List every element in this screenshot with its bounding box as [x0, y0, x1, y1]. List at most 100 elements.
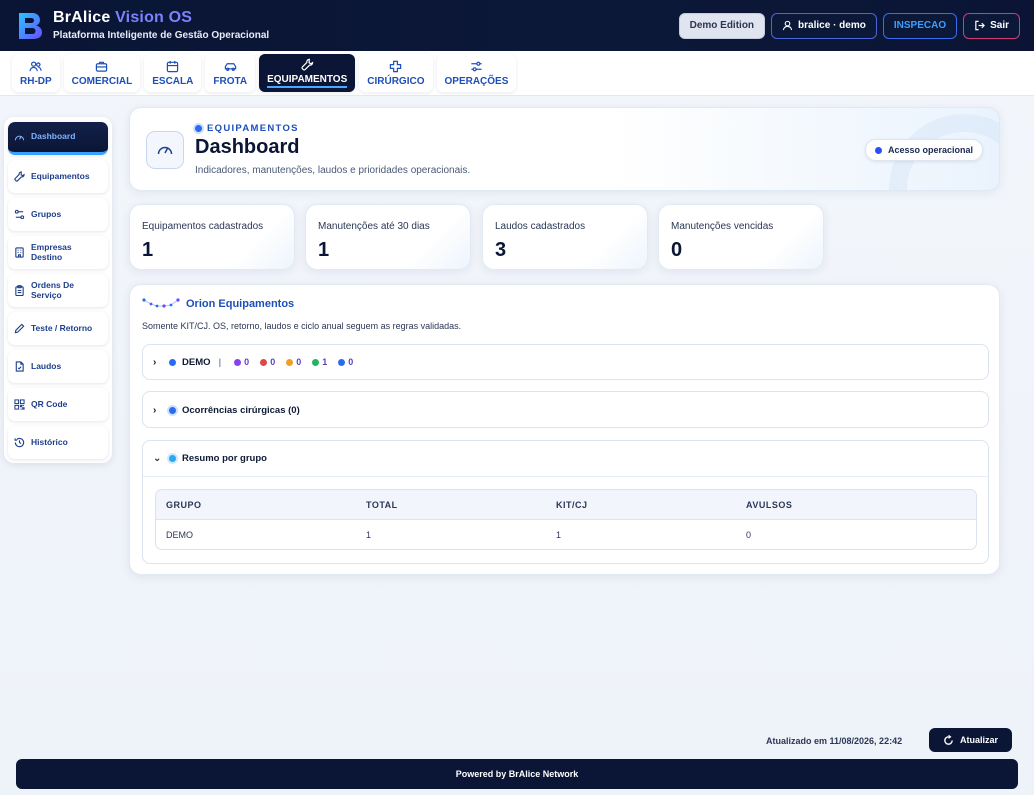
- sidebar-item-label: Empresas Destino: [31, 242, 72, 262]
- sidebar-item-teste-retorno[interactable]: Teste / Retorno: [8, 312, 108, 345]
- separator: |: [218, 356, 222, 368]
- module-tab-label: RH-DP: [20, 75, 52, 87]
- module-tab-rh-dp[interactable]: RH-DP: [12, 54, 60, 92]
- sidebar-item-equipamentos[interactable]: Equipamentos: [8, 160, 108, 193]
- logout-icon: [975, 20, 986, 31]
- briefcase-icon: [96, 61, 108, 72]
- sidebar-item-empresas-destino[interactable]: Empresas Destino: [8, 236, 108, 269]
- accordion-surgical[interactable]: › Ocorrências cirúrgicas (0): [142, 391, 989, 428]
- sidebar-item-laudos[interactable]: Laudos: [8, 350, 108, 383]
- module-tab-label: FROTA: [213, 75, 248, 87]
- accordion-summary: ⌄ Resumo por grupo GRUPO TOTAL KIT/CJ AV…: [142, 440, 989, 564]
- kpi-card: Manutenções vencidas 0: [658, 204, 824, 270]
- role-button[interactable]: INSPECAO: [882, 12, 958, 39]
- accordion-header[interactable]: › Ocorrências cirúrgicas (0): [143, 392, 988, 429]
- calendar-icon: [167, 60, 179, 72]
- page-description: Indicadores, manutenções, laudos e prior…: [195, 165, 471, 176]
- status-dot-icon: [338, 358, 346, 366]
- page-title: Dashboard: [195, 136, 300, 158]
- brand-subtitle: Plataforma Inteligente de Gestão Operaci…: [53, 30, 270, 41]
- kpi-label: Manutenções vencidas: [671, 221, 774, 232]
- module-tab-label: ESCALA: [152, 75, 194, 87]
- user-menu-button[interactable]: bralice · demo: [771, 12, 877, 39]
- car-icon: [224, 62, 236, 71]
- table-header: GRUPO TOTAL KIT/CJ AVULSOS: [156, 490, 976, 520]
- sidebar-item-label: Ordens De Serviço: [31, 280, 74, 300]
- updated-timestamp: Atualizado em 11/08/2026, 22:42: [766, 736, 903, 746]
- chevron-down-icon: ⌄: [153, 453, 162, 464]
- users-icon: [29, 61, 43, 71]
- kpi-value: 0: [671, 239, 683, 261]
- module-tab-label: EQUIPAMENTOS: [267, 74, 348, 88]
- sidebar-item-label: Equipamentos: [31, 170, 90, 181]
- user-label: bralice · demo: [798, 20, 866, 31]
- building-icon: [15, 247, 24, 258]
- module-tab-label: CIRÚRGICO: [367, 75, 425, 87]
- exit-label: Sair: [990, 20, 1009, 31]
- module-tab-operacoes[interactable]: OPERAÇÕES: [436, 54, 517, 92]
- bralice-logo-icon: [16, 11, 44, 41]
- footer: Powered by BrAlice Network: [16, 759, 1018, 789]
- kicker-dot-icon: [195, 125, 202, 132]
- kpi-value: 1: [318, 239, 330, 261]
- table-cell: DEMO: [166, 530, 193, 540]
- refresh-icon: [944, 734, 953, 745]
- accordion-header[interactable]: › DEMO | 0 0 0 1 0: [143, 345, 988, 379]
- gauge-icon: [146, 131, 184, 169]
- sidebar-item-grupos[interactable]: Grupos: [8, 198, 108, 231]
- sidebar-item-label: Laudos: [31, 360, 62, 371]
- kpi-value: 1: [142, 239, 154, 261]
- qrcode-icon: [14, 399, 25, 410]
- sidebar-item-historico[interactable]: Histórico: [8, 426, 108, 459]
- summary-label: Resumo por grupo: [182, 453, 267, 464]
- table-cell: 0: [746, 530, 752, 540]
- module-tab-comercial[interactable]: COMERCIAL: [63, 54, 141, 92]
- status-count-value: 1: [322, 357, 328, 367]
- status-count: 1: [312, 357, 327, 367]
- module-tab-equipamentos[interactable]: EQUIPAMENTOS: [259, 54, 356, 92]
- refresh-button[interactable]: Atualizar: [929, 728, 1012, 752]
- sidebar-item-qr-code[interactable]: QR Code: [8, 388, 108, 421]
- module-tab-label: COMERCIAL: [71, 75, 133, 87]
- wrench-icon: [14, 171, 25, 182]
- refresh-label: Atualizar: [959, 735, 998, 745]
- status-count: 0: [286, 357, 301, 367]
- demo-label: DEMO: [182, 356, 211, 368]
- kpi-value: 3: [495, 239, 507, 261]
- sidebar-item-ordens-de-servico[interactable]: Ordens De Serviço: [8, 274, 108, 307]
- table-cell: 1: [556, 530, 562, 540]
- module-tab-frota[interactable]: FROTA: [205, 54, 256, 92]
- history-icon: [14, 437, 25, 448]
- dashboard-hero: EQUIPAMENTOS Dashboard Indicadores, manu…: [129, 107, 1000, 191]
- sidebar-item-dashboard[interactable]: Dashboard: [8, 122, 108, 155]
- column-header: AVULSOS: [746, 499, 793, 510]
- status-count-value: 0: [348, 357, 354, 367]
- accordion-header[interactable]: ⌄ Resumo por grupo: [143, 441, 988, 477]
- settings-sliders-icon: [471, 61, 482, 71]
- sidebar-item-label: Teste / Retorno: [31, 322, 93, 333]
- demo-dot-icon: [169, 358, 176, 366]
- status-count: 0: [234, 357, 249, 367]
- surgical-label: Ocorrências cirúrgicas (0): [182, 405, 300, 416]
- brand-accent: Vision OS: [115, 9, 193, 26]
- module-tab-escala[interactable]: ESCALA: [144, 54, 202, 92]
- orion-panel: Orion Equipamentos Somente KIT/CJ. OS, r…: [129, 284, 1000, 575]
- module-tabs: RH-DP COMERCIAL ESCALA FROTA EQUIPAMENTO…: [0, 51, 1034, 96]
- column-header: TOTAL: [366, 499, 398, 510]
- top-header: BrAlice Vision OS Plataforma Inteligente…: [0, 0, 1034, 51]
- kpi-label: Laudos cadastrados: [495, 221, 586, 232]
- group-icon: [14, 209, 25, 220]
- brand: BrAlice Vision OS Plataforma Inteligente…: [53, 10, 269, 41]
- kpi-card: Manutenções até 30 dias 1: [305, 204, 471, 270]
- sidebar-item-label: Histórico: [31, 436, 68, 447]
- module-tab-cirurgico[interactable]: CIRÚRGICO: [359, 54, 433, 92]
- sidebar-item-label: Grupos: [31, 208, 62, 219]
- orion-title: Orion Equipamentos: [186, 298, 295, 310]
- accordion-demo[interactable]: › DEMO | 0 0 0 1 0: [142, 344, 989, 380]
- summary-table: GRUPO TOTAL KIT/CJ AVULSOS DEMO 1 1 0: [155, 489, 977, 550]
- access-label: Acesso operacional: [887, 145, 973, 155]
- exit-button[interactable]: Sair: [963, 12, 1020, 39]
- constellation-icon: [142, 298, 180, 308]
- user-icon: [782, 20, 793, 31]
- module-tab-label: OPERAÇÕES: [444, 75, 509, 87]
